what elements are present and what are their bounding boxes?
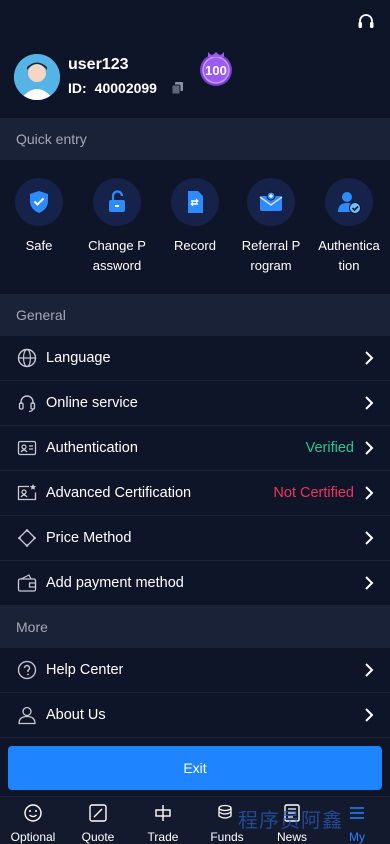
quick-entry-label: Authentica tion [318, 238, 380, 273]
chevron-right-icon [365, 663, 374, 677]
id-value: 40002099 [94, 80, 157, 96]
menu-item-label: Advanced Certification [46, 485, 192, 501]
copy-icon[interactable] [171, 81, 185, 95]
menu-item-label: About Us [46, 707, 106, 723]
quick-entry-change-password[interactable]: Change P assword [84, 178, 150, 276]
quick-entry-grid: Safe Change P assword Record Referral P … [0, 160, 390, 294]
coins-icon [218, 804, 232, 819]
menu-item-label: Help Center [46, 662, 124, 678]
quick-entry-authentication[interactable]: Authentica tion [316, 178, 382, 276]
menu-icon [350, 807, 364, 819]
quick-entry-label: Safe [25, 238, 53, 253]
unlock-icon [93, 178, 141, 226]
general-header: General [0, 294, 390, 336]
level-badge: 100 [196, 48, 236, 88]
menu-item-add-payment-method[interactable]: Add payment method [0, 561, 390, 606]
wallet-icon [16, 572, 38, 594]
top-bar [0, 0, 390, 44]
exit-button[interactable]: Exit [8, 746, 382, 790]
user-verified-icon [325, 178, 373, 226]
headset-icon[interactable] [356, 12, 376, 32]
referral-mail-icon [247, 178, 295, 226]
menu-item-authentication[interactable]: Authentication Verified [0, 426, 390, 471]
nav-label: Trade [147, 830, 179, 844]
profile-card: user123 ID: 40002099 100 [0, 44, 390, 118]
quick-entry-header: Quick entry [0, 118, 390, 160]
chart-box-icon [89, 804, 107, 822]
menu-item-language[interactable]: Language [0, 336, 390, 381]
nav-quote[interactable]: Quote [68, 803, 128, 844]
chevron-right-icon [365, 531, 374, 545]
avatar[interactable] [14, 54, 60, 100]
menu-item-price-method[interactable]: Price Method [0, 516, 390, 561]
chevron-right-icon [365, 486, 374, 500]
exit-wrap: Exit [0, 738, 390, 798]
quick-entry-record[interactable]: Record [162, 178, 228, 256]
svg-text:100: 100 [205, 63, 227, 78]
shield-icon [15, 178, 63, 226]
trade-icon [155, 805, 171, 821]
quick-entry-label: Change P assword [88, 238, 146, 273]
watermark: 程序员阿鑫 [238, 810, 343, 832]
globe-icon [16, 347, 38, 369]
question-circle-icon [16, 659, 38, 681]
quick-entry-referral[interactable]: Referral P rogram [238, 178, 304, 276]
status-badge: Not Certified [273, 485, 354, 501]
nav-trade[interactable]: Trade [133, 803, 193, 844]
quick-entry-label: Referral P rogram [241, 238, 301, 273]
menu-item-advanced-certification[interactable]: Advanced Certification Not Certified [0, 471, 390, 516]
nav-label: Optional [10, 830, 56, 844]
nav-label: Quote [81, 830, 115, 844]
quick-entry-label: Record [174, 238, 216, 253]
menu-item-label: Online service [46, 395, 138, 411]
diamond-icon [16, 527, 38, 549]
id-card-star-icon [16, 482, 38, 504]
chevron-right-icon [365, 351, 374, 365]
record-doc-icon [171, 178, 219, 226]
menu-item-online-service[interactable]: Online service [0, 381, 390, 426]
more-header: More [0, 606, 390, 648]
menu-item-label: Price Method [46, 530, 132, 546]
menu-item-label: Authentication [46, 440, 138, 456]
user-id-row: ID: 40002099 [68, 80, 185, 96]
nav-optional[interactable]: Optional [3, 803, 63, 844]
id-label: ID: [68, 80, 87, 96]
menu-item-label: Language [46, 350, 111, 366]
chevron-right-icon [365, 396, 374, 410]
smile-icon [24, 804, 42, 822]
chevron-right-icon [365, 441, 374, 455]
menu-item-help-center[interactable]: Help Center [0, 648, 390, 693]
user-outline-icon [16, 704, 38, 726]
chevron-right-icon [365, 576, 374, 590]
username: user123 [68, 56, 129, 73]
headset-icon [16, 392, 38, 414]
menu-item-label: Add payment method [46, 575, 184, 591]
status-badge: Verified [305, 440, 354, 456]
id-card-icon [16, 437, 38, 459]
menu-item-about-us[interactable]: About Us [0, 693, 390, 738]
chevron-right-icon [365, 708, 374, 722]
quick-entry-safe[interactable]: Safe [6, 178, 72, 256]
